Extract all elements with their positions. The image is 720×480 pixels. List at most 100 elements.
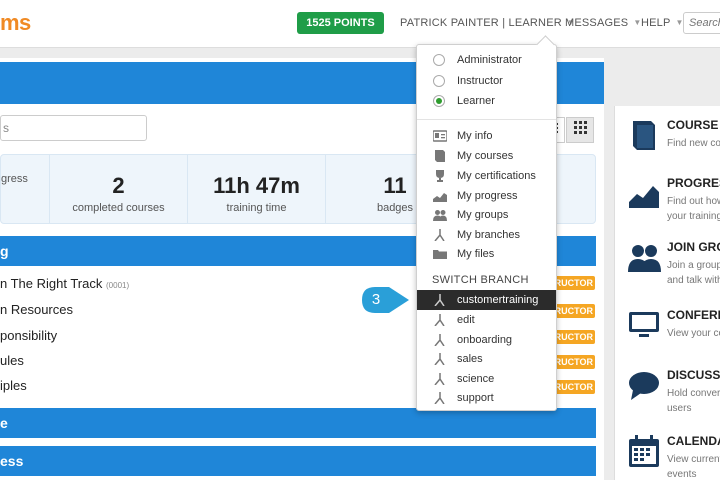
branch-icon xyxy=(434,294,445,306)
branch-icon xyxy=(434,353,445,365)
progress-link[interactable]: PROGRESS Find out howyour training xyxy=(615,170,720,230)
menu-item-label: My branches xyxy=(457,229,520,241)
grid-view-button[interactable] xyxy=(566,117,594,143)
logo[interactable]: ms xyxy=(0,10,31,36)
side-item-desc: Join a group and talk with xyxy=(667,260,720,286)
side-item-title: PROGRESS xyxy=(667,176,720,190)
branch-icon xyxy=(434,314,445,326)
menu-item-my-files[interactable]: My files xyxy=(417,244,556,264)
branch-label: science xyxy=(457,373,495,385)
discussions-link[interactable]: DISCUSSI Hold convers users xyxy=(615,362,720,422)
branch-label: sales xyxy=(457,353,483,365)
search-input[interactable] xyxy=(683,12,720,34)
side-item-title: CONFEREN xyxy=(667,308,720,322)
side-item-desc: View your co xyxy=(667,328,720,339)
branch-item-science[interactable]: science xyxy=(417,369,556,389)
calendar-icon xyxy=(629,435,659,467)
course-item[interactable]: ules xyxy=(0,353,24,368)
menu-item-label: My info xyxy=(457,130,493,142)
menu-item-my-progress[interactable]: My progress xyxy=(417,186,556,206)
messages-menu[interactable]: MESSAGES ▼ xyxy=(565,17,641,29)
role-badge: RUCTOR xyxy=(553,380,595,394)
course-name: n Resources xyxy=(0,302,73,317)
role-label: Learner xyxy=(457,95,495,107)
quick-links-panel: COURSE C Find new cou PROGRESS Find out … xyxy=(614,106,720,480)
radio-button[interactable] xyxy=(433,75,445,87)
menu-item-label: My progress xyxy=(457,190,518,202)
menu-item-my-courses[interactable]: My courses xyxy=(417,146,556,166)
messages-label: MESSAGES xyxy=(565,17,629,29)
stat-value: 11h 47m xyxy=(213,173,300,198)
stat-completed-courses: 2 completed courses xyxy=(50,155,188,223)
course-item[interactable]: n The Right Track (0001) xyxy=(0,276,129,291)
chart-icon xyxy=(629,186,659,208)
monitor-icon xyxy=(629,312,659,337)
menu-item-label: My groups xyxy=(457,209,509,221)
course-item[interactable]: iples xyxy=(0,378,27,393)
branch-item-edit[interactable]: edit xyxy=(417,310,556,330)
course-name: ules xyxy=(0,353,24,368)
role-label: Administrator xyxy=(457,54,522,66)
course-item[interactable]: n Resources xyxy=(0,302,73,317)
menu-divider xyxy=(417,119,556,120)
course-name: iples xyxy=(0,378,27,393)
grid-icon xyxy=(573,121,587,134)
menu-item-label: My courses xyxy=(457,150,514,162)
menu-item-my-groups[interactable]: My groups xyxy=(417,205,556,225)
book-icon xyxy=(435,150,445,162)
chart-icon xyxy=(433,193,447,202)
join-group-link[interactable]: JOIN GROU Join a groupand talk with xyxy=(615,234,720,294)
menu-item-my-branches[interactable]: My branches xyxy=(417,225,556,245)
section-header[interactable]: ess xyxy=(0,446,596,476)
role-badge: RUCTOR xyxy=(553,355,595,369)
stat-progress: gress xyxy=(1,155,50,223)
branch-item-support[interactable]: support xyxy=(417,388,556,408)
stat-training-time: 11h 47m training time xyxy=(188,155,326,223)
role-badge: RUCTOR xyxy=(553,276,595,290)
branch-icon xyxy=(434,392,445,404)
folder-icon xyxy=(433,250,447,259)
switch-branch-heading: SWITCH BRANCH xyxy=(432,274,529,286)
step-number: 3 xyxy=(371,291,381,308)
side-item-desc: Find new cou xyxy=(667,138,720,149)
branch-icon xyxy=(434,373,445,385)
branch-item-sales[interactable]: sales xyxy=(417,349,556,369)
help-menu[interactable]: HELP ▼ xyxy=(641,17,684,29)
menu-item-my-certifications[interactable]: My certifications xyxy=(417,166,556,186)
role-label: Instructor xyxy=(457,75,503,87)
conferences-link[interactable]: CONFEREN View your co xyxy=(615,302,720,362)
menu-item-my-info[interactable]: My info xyxy=(417,126,556,146)
users-icon xyxy=(433,210,447,221)
side-item-title: JOIN GROU xyxy=(667,240,720,254)
stat-label: gress xyxy=(1,173,28,185)
trophy-icon xyxy=(436,170,444,182)
course-name: n The Right Track xyxy=(0,276,103,291)
course-item[interactable]: ponsibility xyxy=(0,328,57,343)
id-card-icon xyxy=(433,130,447,142)
user-dropdown-menu: Administrator Instructor Learner My info… xyxy=(416,44,557,411)
branch-label: support xyxy=(457,392,494,404)
side-item-title: COURSE C xyxy=(667,118,720,132)
radio-button-selected[interactable] xyxy=(433,95,445,107)
branch-icon xyxy=(434,229,445,241)
course-filter-input[interactable]: s xyxy=(0,115,147,141)
radio-button[interactable] xyxy=(433,54,445,66)
user-menu-label: PATRICK PAINTER | LEARNER xyxy=(400,17,562,29)
course-code: (0001) xyxy=(106,281,130,290)
stat-label: training time xyxy=(226,202,287,214)
top-header: ms 1525 POINTS PATRICK PAINTER | LEARNER… xyxy=(0,0,720,48)
calendar-link[interactable]: CALENDA View current events xyxy=(615,428,720,480)
side-item-desc: Hold convers users xyxy=(667,388,720,414)
user-menu[interactable]: PATRICK PAINTER | LEARNER ▼ xyxy=(400,17,575,29)
course-catalog-link[interactable]: COURSE C Find new cou xyxy=(615,112,720,172)
branch-item-customertraining[interactable]: customertraining xyxy=(417,290,556,310)
points-badge[interactable]: 1525 POINTS xyxy=(297,12,384,34)
chat-icon xyxy=(629,372,659,400)
side-item-desc: Find out how your training xyxy=(667,196,720,222)
branch-item-onboarding[interactable]: onboarding xyxy=(417,330,556,350)
section-header[interactable]: e xyxy=(0,408,596,438)
stat-label: completed courses xyxy=(72,202,165,214)
stat-value: 2 xyxy=(112,173,125,198)
branch-label: edit xyxy=(457,314,475,326)
menu-item-label: My certifications xyxy=(457,170,536,182)
